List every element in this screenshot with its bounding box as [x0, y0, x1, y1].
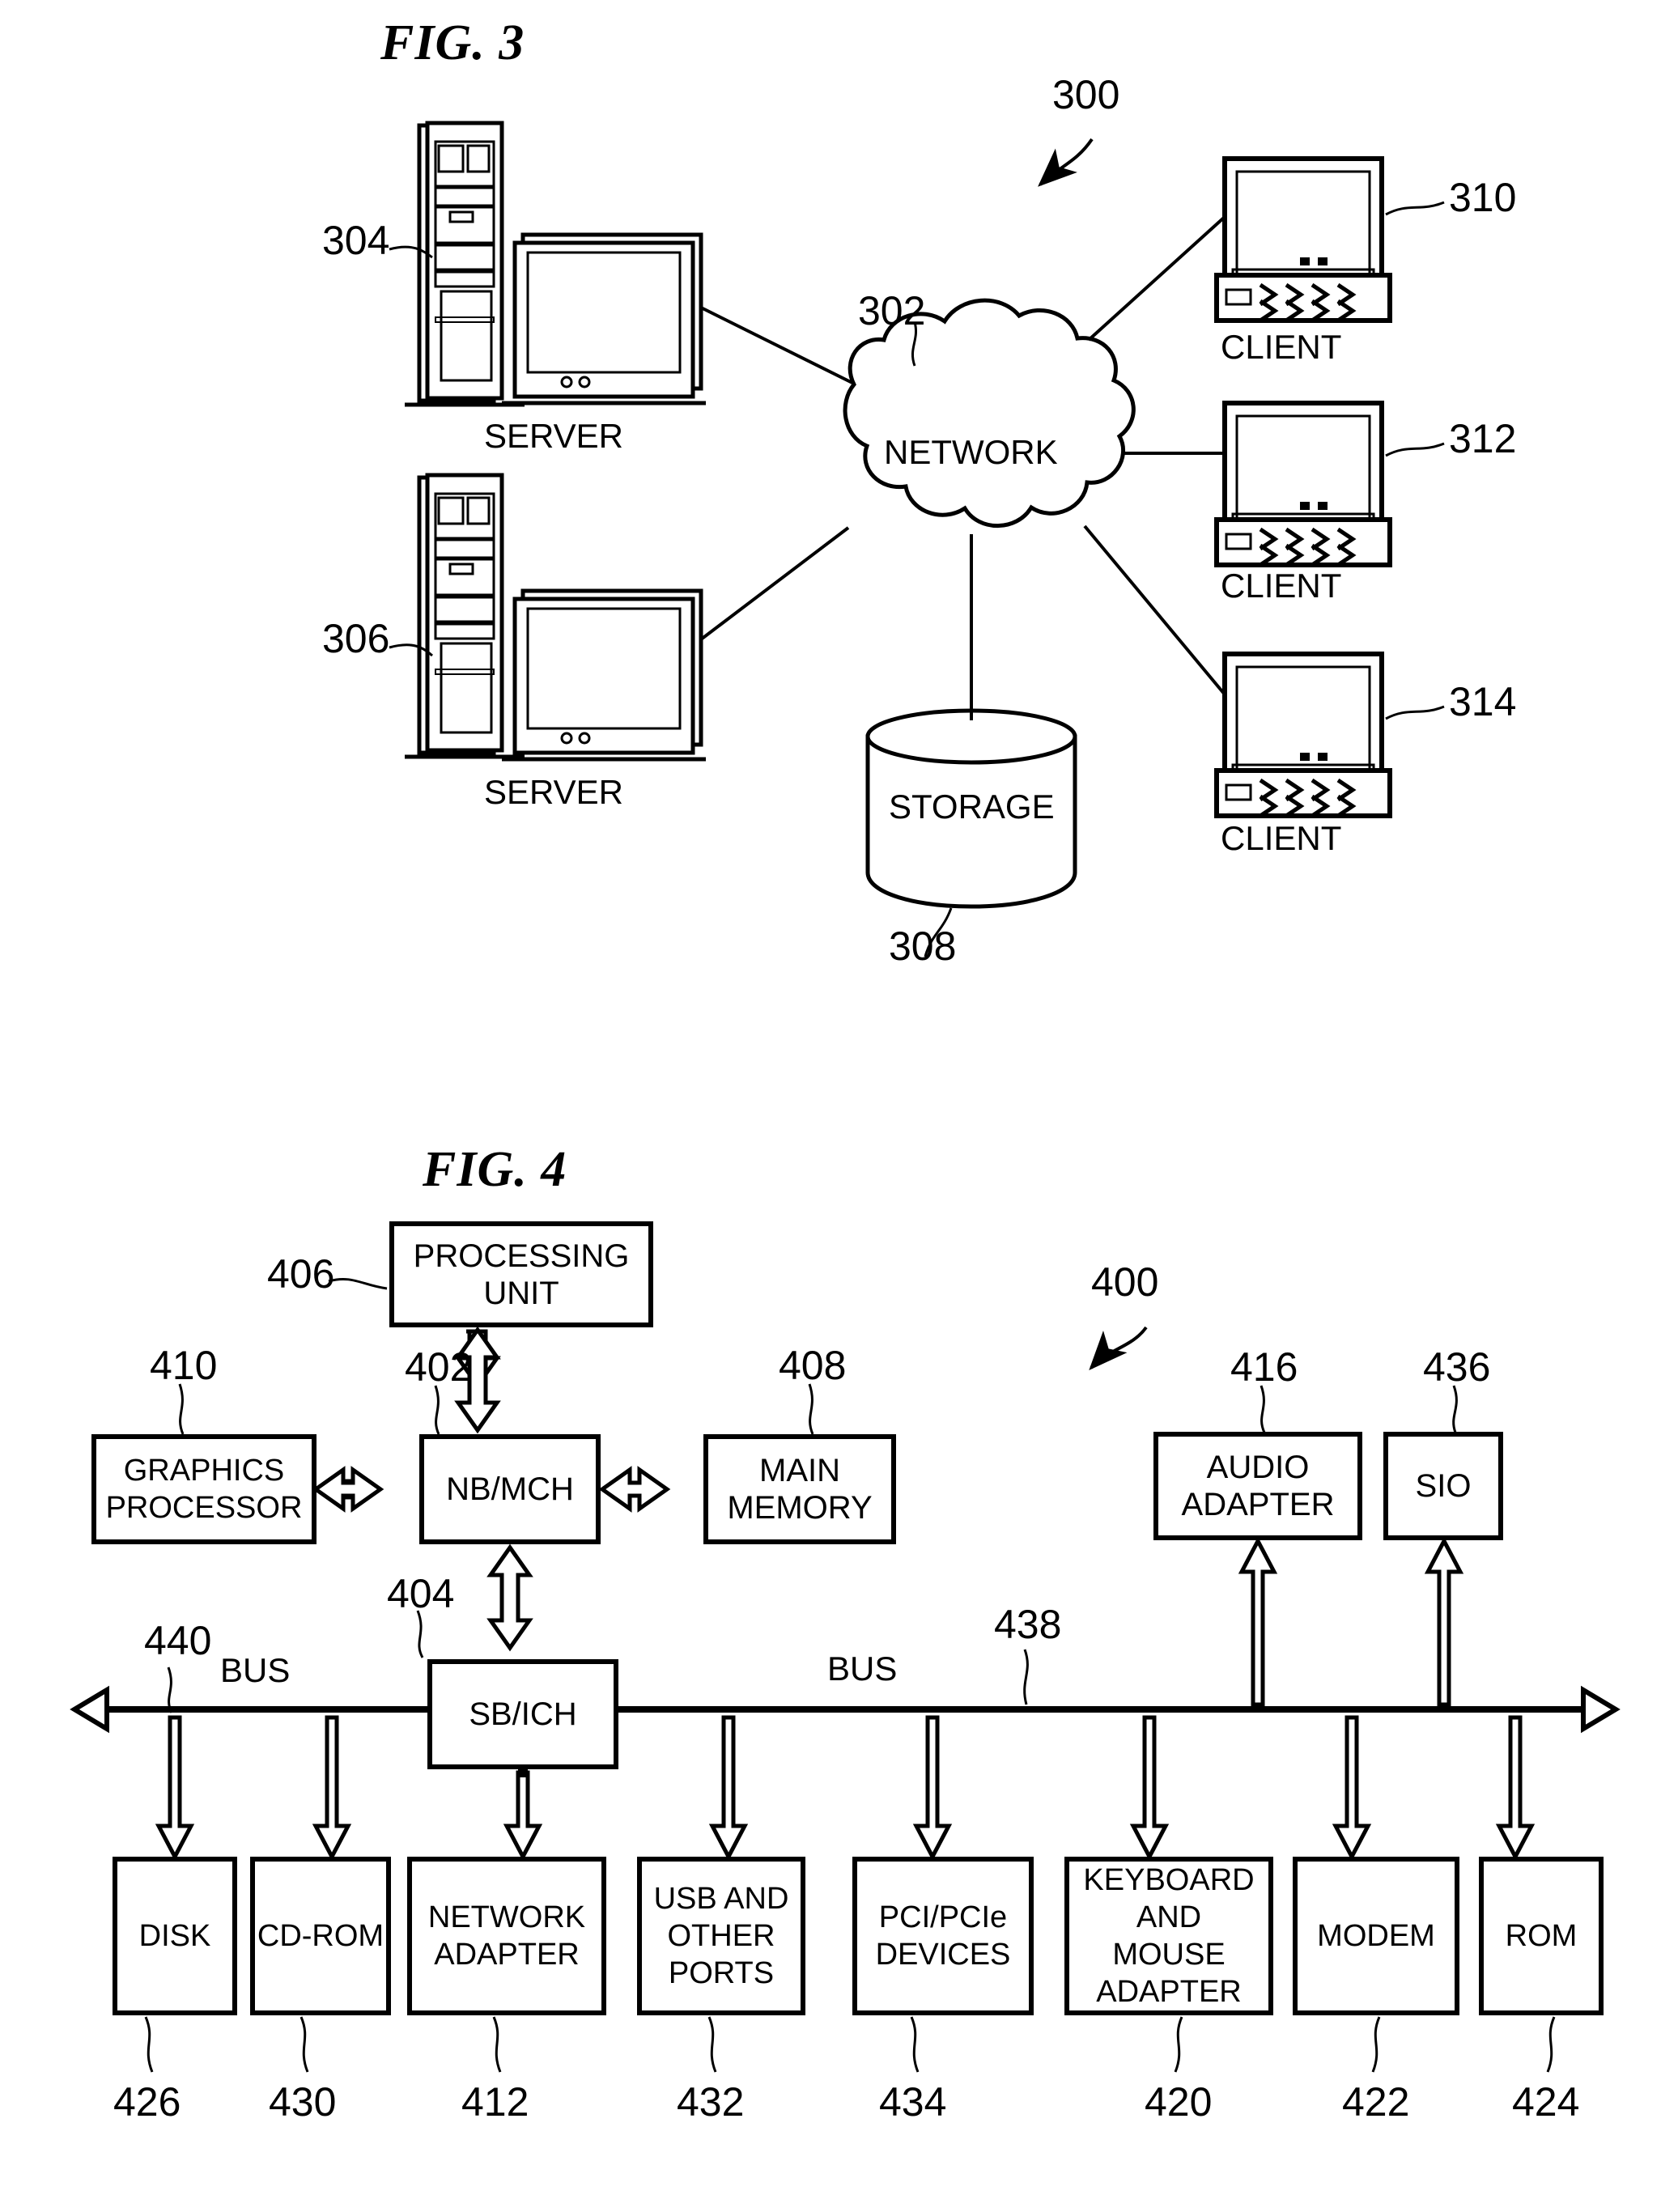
figure-3-title: FIG. 3 [380, 15, 525, 70]
link-client314-network [1083, 524, 1226, 696]
ref-300: 300 [1052, 72, 1120, 117]
arrow-double-horizontal-left [312, 1466, 384, 1513]
ref-420: 420 [1145, 2079, 1213, 2125]
label-main-memory: MAIN MEMORY [727, 1453, 873, 1526]
ref-412: 412 [461, 2079, 529, 2125]
ref-426: 426 [113, 2079, 181, 2125]
label-network: NETWORK [884, 433, 1058, 471]
ref-310: 310 [1449, 175, 1517, 220]
figure-4-title: FIG. 4 [423, 1142, 567, 1197]
label-usb-ports: USB AND OTHER PORTS [653, 1882, 789, 1990]
ref-416-leader [1260, 1385, 1266, 1433]
label-sio: SIO [1415, 1468, 1472, 1504]
label-modem: MODEM [1317, 1919, 1435, 1953]
bus-arrow-right [1581, 1685, 1621, 1734]
link-server306-network [699, 526, 850, 641]
patent-figure-sheet: FIG. 3 300 304 SERVER 306 SERVER 302 NET… [0, 0, 1661, 2212]
label-server-304: SERVER [484, 417, 623, 455]
ref-430: 430 [269, 2079, 337, 2125]
ref-438-leader [1023, 1649, 1029, 1705]
label-client-312: CLIENT [1221, 567, 1342, 605]
ref-310-leader [1385, 201, 1445, 216]
label-storage: STORAGE [889, 788, 1055, 826]
ref-404: 404 [387, 1571, 455, 1616]
server-tower-304 [405, 121, 525, 407]
ref-402-leader [434, 1385, 440, 1435]
label-pci-devices: PCI/PCIe DEVICES [875, 1900, 1011, 1972]
label-cdrom: CD-ROM [257, 1919, 384, 1953]
ref-314-leader [1385, 705, 1445, 720]
label-server-306: SERVER [484, 773, 623, 811]
label-audio-adapter: AUDIO ADAPTER [1181, 1450, 1335, 1522]
link-server304-network [700, 306, 855, 385]
ref-440-leader [167, 1666, 173, 1713]
ref-436: 436 [1423, 1344, 1491, 1390]
system-400-leader [1089, 1326, 1148, 1370]
bus-arrow-left [70, 1685, 109, 1734]
label-keyboard-mouse: KEYBOARD AND MOUSE ADAPTER [1083, 1863, 1255, 2009]
ref-424: 424 [1512, 2079, 1580, 2125]
label-disk: DISK [138, 1919, 211, 1953]
system-300-leader [1038, 138, 1094, 187]
link-client310-network [1087, 215, 1226, 342]
client-computer-314 [1214, 652, 1392, 818]
ref-404-leader [416, 1610, 424, 1658]
server-tower-306 [405, 473, 525, 759]
label-network-adapter: NETWORK ADAPTER [427, 1900, 586, 1972]
label-client-310: CLIENT [1221, 328, 1342, 366]
bus-drop-arrows [155, 1715, 1536, 1862]
bus-up-arrows [1238, 1536, 1464, 1707]
ref-304: 304 [322, 218, 390, 263]
ref-312: 312 [1449, 416, 1517, 461]
ref-402: 402 [405, 1344, 473, 1390]
client-computer-312 [1214, 401, 1392, 567]
ref-416: 416 [1230, 1344, 1298, 1390]
label-nb-mch: NB/MCH [446, 1471, 574, 1507]
ref-314: 314 [1449, 679, 1517, 724]
ref-410: 410 [150, 1343, 218, 1388]
label-graphics-processor: GRAPHICS PROCESSOR [105, 1454, 303, 1525]
bus-label-right: BUS [827, 1649, 898, 1688]
ref-436-leader [1452, 1385, 1458, 1433]
ref-312-leader [1385, 442, 1445, 457]
ref-408: 408 [779, 1343, 847, 1388]
ref-306: 306 [322, 616, 390, 661]
server-monitor-306 [502, 588, 706, 762]
ref-438: 438 [994, 1602, 1062, 1647]
bottom-ref-leaders [144, 2016, 1556, 2073]
ref-400: 400 [1091, 1259, 1159, 1305]
ref-410-leader [178, 1383, 185, 1435]
client-computer-310 [1214, 156, 1392, 323]
ref-406: 406 [267, 1251, 335, 1297]
ref-422: 422 [1342, 2079, 1410, 2125]
ref-440: 440 [144, 1618, 212, 1663]
bus-label-left: BUS [220, 1651, 291, 1689]
ref-432: 432 [677, 2079, 745, 2125]
ref-406-leader [328, 1277, 388, 1290]
ref-302: 302 [858, 288, 926, 333]
server-monitor-304 [502, 232, 706, 405]
label-sb-ich: SB/ICH [469, 1696, 577, 1732]
label-client-314: CLIENT [1221, 819, 1342, 857]
arrow-double-vertical-404 [486, 1543, 533, 1652]
ref-308: 308 [889, 923, 957, 969]
ref-434: 434 [879, 2079, 947, 2125]
ref-408-leader [808, 1383, 814, 1435]
label-processing-unit: PROCESSING UNIT [413, 1238, 630, 1311]
label-rom: ROM [1505, 1919, 1578, 1953]
arrow-double-horizontal-right [598, 1466, 671, 1513]
